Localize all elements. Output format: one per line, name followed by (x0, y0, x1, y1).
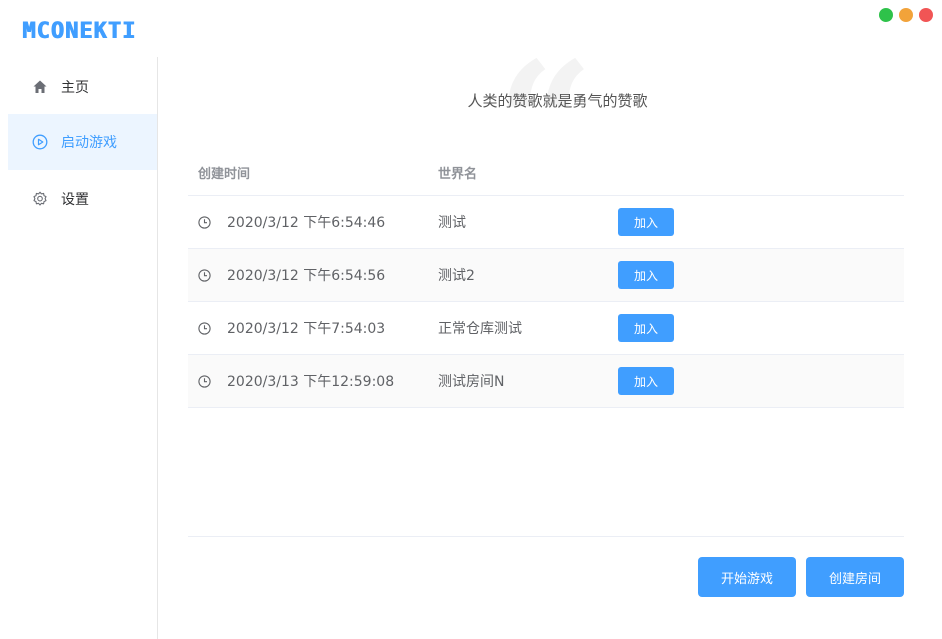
created-time: 2020/3/12 下午7:54:03 (227, 321, 386, 337)
table-header: 创建时间 世界名 (188, 149, 904, 196)
column-header-world-name: 世界名 (438, 166, 478, 182)
join-button[interactable]: 加入 (618, 367, 674, 395)
clock-icon (198, 374, 211, 388)
play-circle-icon (32, 134, 48, 150)
sidebar: 主页 启动游戏 设置 (0, 57, 158, 639)
footer-divider (188, 536, 904, 537)
sidebar-item-launch-game[interactable]: 启动游戏 (8, 114, 157, 170)
join-button[interactable]: 加入 (618, 314, 674, 342)
world-name: 测试 (438, 215, 466, 231)
clock-icon (198, 215, 211, 229)
home-icon (32, 79, 48, 95)
sidebar-item-label: 启动游戏 (61, 135, 117, 151)
motto-text: 人类的赞歌就是勇气的赞歌 (467, 92, 648, 110)
main-content: “ 人类的赞歌就是勇气的赞歌 创建时间 世界名 2020/3/12 下午6:54… (158, 0, 942, 639)
world-name: 测试房间N (438, 374, 505, 390)
created-time: 2020/3/12 下午6:54:46 (227, 215, 386, 231)
column-header-created-time: 创建时间 (198, 166, 251, 182)
created-time: 2020/3/12 下午6:54:56 (227, 268, 386, 284)
world-name: 测试2 (438, 268, 475, 284)
table-row: 2020/3/12 下午6:54:56 测试2 加入 (188, 249, 904, 302)
app-logo: MCONEKTI (22, 19, 136, 44)
join-button[interactable]: 加入 (618, 208, 674, 236)
start-game-button[interactable]: 开始游戏 (698, 557, 796, 597)
created-time: 2020/3/13 下午12:59:08 (227, 374, 395, 390)
clock-icon (198, 321, 211, 335)
sidebar-item-settings[interactable]: 设置 (8, 171, 157, 227)
sidebar-item-home[interactable]: 主页 (8, 59, 157, 115)
table-row: 2020/3/13 下午12:59:08 测试房间N 加入 (188, 355, 904, 408)
sidebar-item-label: 主页 (61, 80, 89, 96)
table-row: 2020/3/12 下午7:54:03 正常仓库测试 加入 (188, 302, 904, 355)
create-room-button[interactable]: 创建房间 (806, 557, 904, 597)
world-name: 正常仓库测试 (438, 321, 522, 337)
gear-icon (32, 191, 48, 207)
table-row: 2020/3/12 下午6:54:46 测试 加入 (188, 196, 904, 249)
sidebar-item-label: 设置 (61, 192, 89, 208)
clock-icon (198, 268, 211, 282)
world-table: 创建时间 世界名 2020/3/12 下午6:54:46 测试 加入 2020/… (188, 149, 904, 408)
join-button[interactable]: 加入 (618, 261, 674, 289)
